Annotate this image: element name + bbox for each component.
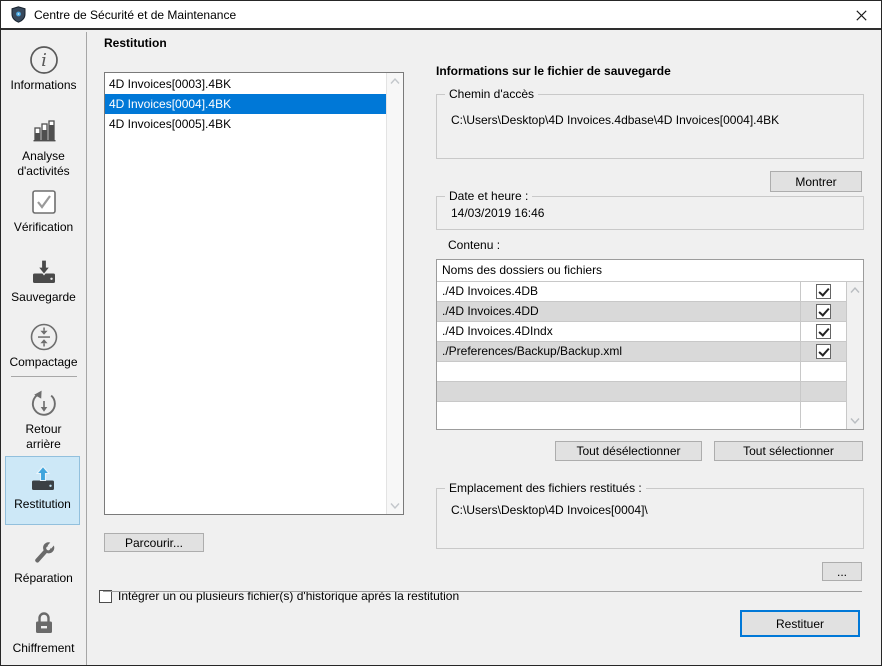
table-header: Noms des dossiers ou fichiers — [437, 260, 863, 282]
scroll-up-icon[interactable] — [389, 77, 401, 85]
svg-text:i: i — [41, 50, 47, 71]
sidebar-item-compactage[interactable]: Compactage — [1, 322, 86, 370]
path-group: Chemin d'accès C:\Users\Desktop\4D Invoi… — [436, 94, 864, 159]
more-options-button[interactable]: ... — [822, 562, 862, 581]
path-group-label: Chemin d'accès — [445, 87, 538, 101]
sidebar-item-label: Réparation — [1, 571, 86, 586]
restore-drive-icon — [28, 464, 58, 494]
sidebar-item-reparation[interactable]: Réparation — [1, 538, 86, 586]
list-item[interactable]: 4D Invoices[0003].4BK — [105, 74, 386, 94]
sidebar-item-informations[interactable]: i Informations — [1, 45, 86, 93]
sidebar-item-label: Sauvegarde — [1, 290, 86, 305]
browse-button[interactable]: Parcourir... — [104, 533, 204, 552]
bottom-separator — [103, 591, 862, 592]
sidebar-item-label: Informations — [1, 78, 86, 93]
show-button[interactable]: Montrer — [770, 171, 862, 192]
bar-chart-icon — [29, 116, 59, 146]
window-title: Centre de Sécurité et de Maintenance — [34, 8, 236, 22]
sidebar-item-chiffrement[interactable]: Chiffrement — [1, 608, 86, 656]
scroll-up-icon[interactable] — [849, 286, 861, 294]
list-scrollbar[interactable] — [386, 73, 403, 514]
sidebar-item-retour-arriere[interactable]: Retour arrière — [1, 389, 86, 452]
info-circle-icon: i — [29, 45, 59, 75]
row-checkbox[interactable] — [816, 304, 831, 319]
restore-location-path: C:\Users\Desktop\4D Invoices[0004]\ — [451, 503, 648, 517]
location-group-label: Emplacement des fichiers restitués : — [445, 481, 646, 495]
app-shield-icon — [10, 6, 27, 23]
table-row[interactable]: ./Preferences/Backup/Backup.xml — [437, 342, 863, 362]
table-row[interactable]: ./4D Invoices.4DIndx — [437, 322, 863, 342]
content-label: Contenu : — [448, 238, 500, 252]
sidebar-item-label: Compactage — [1, 355, 86, 370]
sidebar-separator — [11, 376, 77, 377]
info-panel-title: Informations sur le fichier de sauvegard… — [436, 64, 671, 78]
row-checkbox[interactable] — [816, 344, 831, 359]
table-row-empty — [437, 382, 863, 402]
table-row[interactable]: ./4D Invoices.4DD — [437, 302, 863, 322]
datetime-group: Date et heure : 14/03/2019 16:46 — [436, 196, 864, 230]
sidebar-item-label: Chiffrement — [1, 641, 86, 656]
datetime-group-label: Date et heure : — [445, 189, 532, 203]
title-bar: Centre de Sécurité et de Maintenance — [1, 1, 881, 30]
row-checkbox[interactable] — [816, 284, 831, 299]
row-checkbox[interactable] — [816, 324, 831, 339]
checkbox-check-icon — [29, 187, 59, 217]
sidebar-item-label: Retour arrière — [1, 422, 86, 452]
backup-file-path: C:\Users\Desktop\4D Invoices.4dbase\4D I… — [451, 113, 779, 127]
table-row[interactable]: ./4D Invoices.4DB — [437, 282, 863, 302]
sidebar-item-label: Analyse d'activités — [1, 149, 86, 179]
padlock-icon — [29, 608, 59, 638]
sidebar-item-restitution[interactable]: Restitution — [5, 456, 80, 525]
sidebar-item-label: Vérification — [1, 220, 86, 235]
page-title: Restitution — [104, 36, 167, 50]
main-content: Restitution 4D Invoices[0003].4BK 4D Inv… — [88, 32, 881, 665]
sidebar-item-verification[interactable]: Vérification — [1, 187, 86, 235]
list-item[interactable]: 4D Invoices[0005].4BK — [105, 114, 386, 134]
table-scrollbar[interactable] — [846, 282, 863, 429]
restore-button[interactable]: Restituer — [740, 610, 860, 637]
sidebar-item-analyse[interactable]: Analyse d'activités — [1, 116, 86, 179]
sidebar-item-sauvegarde[interactable]: Sauvegarde — [1, 257, 86, 305]
backup-datetime: 14/03/2019 16:46 — [451, 206, 544, 220]
location-group: Emplacement des fichiers restitués : C:\… — [436, 488, 864, 549]
app-window: Centre de Sécurité et de Maintenance i I… — [0, 0, 882, 666]
backup-drive-icon — [29, 257, 59, 287]
select-all-button[interactable]: Tout sélectionner — [714, 441, 863, 461]
deselect-all-button[interactable]: Tout désélectionner — [555, 441, 702, 461]
compact-circle-icon — [29, 322, 59, 352]
sidebar-item-label: Restitution — [6, 497, 79, 512]
list-item-selected[interactable]: 4D Invoices[0004].4BK — [105, 94, 386, 114]
scroll-down-icon[interactable] — [849, 417, 861, 425]
backup-content-table[interactable]: Noms des dossiers ou fichiers ./4D Invoi… — [436, 259, 864, 430]
table-row-empty — [437, 362, 863, 382]
wrench-icon — [29, 538, 59, 568]
table-row-empty — [437, 402, 863, 428]
scroll-down-icon[interactable] — [389, 502, 401, 510]
sidebar: i Informations Analyse d'activités Vérif… — [1, 32, 87, 665]
close-icon — [856, 10, 867, 21]
close-button[interactable] — [845, 3, 877, 28]
rollback-clock-icon — [29, 389, 59, 419]
backup-file-list[interactable]: 4D Invoices[0003].4BK 4D Invoices[0004].… — [104, 72, 404, 515]
